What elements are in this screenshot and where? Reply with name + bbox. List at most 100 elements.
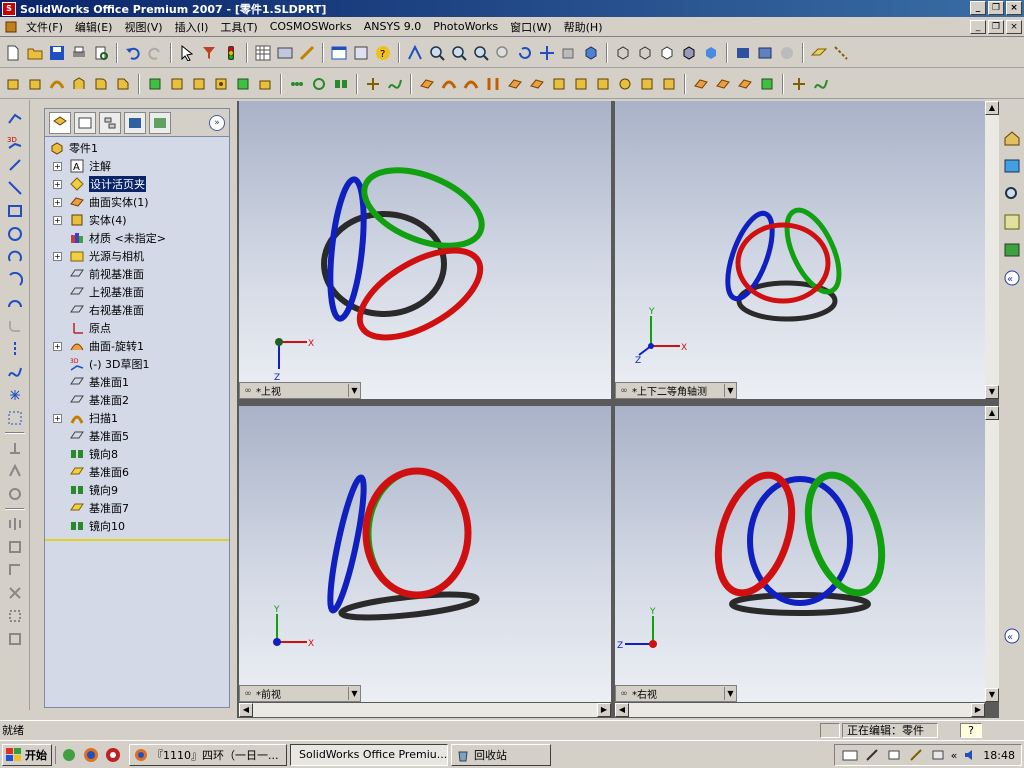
tree-item[interactable]: 原点 [45, 319, 229, 337]
select-icon[interactable] [178, 44, 196, 62]
spline-icon[interactable] [5, 363, 25, 381]
dome-icon[interactable] [234, 75, 252, 93]
grid-icon[interactable] [254, 44, 272, 62]
extend-surface-icon[interactable] [594, 75, 612, 93]
help-icon[interactable]: ? [374, 44, 392, 62]
expand-icon[interactable]: + [53, 251, 62, 261]
tangent-arc-icon[interactable] [5, 271, 25, 289]
taskbar-item-browser[interactable]: 『1110』四环（一日一... [129, 743, 287, 766]
undo-icon[interactable] [124, 44, 142, 62]
expand-icon[interactable]: + [53, 215, 62, 225]
media-player-icon[interactable] [104, 746, 122, 764]
sketch-plane-icon[interactable] [5, 409, 25, 427]
minimize-button[interactable]: _ [970, 1, 986, 15]
circular-pattern-icon[interactable] [310, 75, 328, 93]
print-icon[interactable] [70, 44, 88, 62]
chamfer-icon[interactable] [114, 75, 132, 93]
file-explorer-icon[interactable] [1002, 184, 1022, 204]
draft-icon[interactable] [190, 75, 208, 93]
tree-item[interactable]: 基准面1 [45, 373, 229, 391]
close-button[interactable]: × [1006, 1, 1022, 15]
edit-icon[interactable] [907, 746, 925, 764]
reference-point-icon[interactable] [790, 75, 808, 93]
previous-view-icon[interactable] [560, 44, 578, 62]
pan-icon[interactable] [538, 44, 556, 62]
tree-item[interactable]: + 扫描1 [45, 409, 229, 427]
wireframe-icon[interactable] [614, 44, 632, 62]
tree-item[interactable]: + 实体(4) [45, 211, 229, 229]
thicken-icon[interactable] [692, 75, 710, 93]
doc-minimize-button[interactable]: _ [970, 20, 986, 34]
tree-item[interactable]: 上视基准面 [45, 283, 229, 301]
tree-item[interactable]: 基准面6 [45, 463, 229, 481]
sketch3d-icon[interactable]: 3D [5, 133, 25, 151]
centerpoint-arc-icon[interactable] [5, 248, 25, 266]
swept-surface-icon[interactable] [462, 75, 480, 93]
rollback-bar[interactable] [45, 539, 229, 541]
hidden-lines-removed-icon[interactable] [658, 44, 676, 62]
offset-surface-icon[interactable] [506, 75, 524, 93]
tree-item[interactable]: 镜向8 [45, 445, 229, 463]
tree-item[interactable]: + 光源与相机 [45, 247, 229, 265]
tab-configuration-manager[interactable] [99, 111, 121, 134]
scroll-up-icon[interactable]: ▲ [985, 101, 999, 115]
doc-close-button[interactable]: × [1006, 20, 1022, 34]
repair-sketch-icon[interactable] [5, 584, 25, 602]
viewport-front[interactable]: X Y ∞ *前视 ▼ [239, 406, 611, 702]
mid-surface-icon[interactable] [660, 75, 678, 93]
rebuild-icon[interactable] [222, 44, 240, 62]
expand-icon[interactable]: + [53, 161, 62, 171]
view-cube-icon[interactable] [582, 44, 600, 62]
planar-surface-icon[interactable] [572, 75, 590, 93]
scroll-down-icon[interactable]: ▼ [985, 385, 999, 399]
horizontal-scrollbar-right[interactable]: ◀ ▶ [615, 703, 985, 717]
collapse-task-pane-icon[interactable]: « [1002, 268, 1022, 288]
save-icon[interactable] [48, 44, 66, 62]
rib-icon[interactable] [146, 75, 164, 93]
realview-icon[interactable] [778, 44, 796, 62]
viewport-top[interactable]: X Z ∞ *上视 ▼ [239, 101, 611, 399]
restore-button[interactable]: ❐ [988, 1, 1004, 15]
menu-window[interactable]: 窗口(W) [504, 19, 557, 35]
tab-photoworks[interactable] [124, 111, 146, 134]
menu-insert[interactable]: 插入(I) [169, 19, 215, 35]
vertical-scrollbar-bottom[interactable]: ▲ ▼ [985, 406, 999, 702]
viewport-right[interactable]: Y Z ∞ *右视 ▼ [615, 406, 985, 702]
view-label-trimetric[interactable]: ∞ *上下二等角轴测 ▼ [615, 382, 737, 399]
line-icon[interactable] [5, 179, 25, 197]
tree-item[interactable]: 前视基准面 [45, 265, 229, 283]
window-icon[interactable] [330, 44, 348, 62]
zoom-area-icon[interactable] [450, 44, 468, 62]
knit-surface-icon[interactable] [550, 75, 568, 93]
quicklaunch-app-icon[interactable] [60, 746, 78, 764]
tree-item[interactable]: 材质 <未指定> [45, 229, 229, 247]
new-icon[interactable] [4, 44, 22, 62]
smart-dimension-icon[interactable] [5, 156, 25, 174]
design-library-icon[interactable] [1002, 156, 1022, 176]
replace-face-icon[interactable] [714, 75, 732, 93]
horizontal-scrollbar-left[interactable]: ◀ ▶ [239, 703, 611, 717]
appearance-icon[interactable] [1002, 240, 1022, 260]
scroll-down-icon[interactable]: ▼ [985, 688, 999, 702]
mirror-icon[interactable] [332, 75, 350, 93]
chevron-down-icon[interactable]: ▼ [348, 384, 360, 397]
search-icon[interactable] [1002, 212, 1022, 232]
trim-surface-icon[interactable] [616, 75, 634, 93]
threepoint-arc-icon[interactable] [5, 294, 25, 312]
sketch-fillet-icon[interactable] [5, 317, 25, 335]
display-relations-icon[interactable] [5, 561, 25, 579]
expand-icon[interactable]: + [53, 197, 62, 207]
revolved-surface-icon[interactable] [440, 75, 458, 93]
help-button[interactable]: ? [960, 723, 982, 738]
view-label-front[interactable]: ∞ *前视 ▼ [239, 685, 361, 702]
print-preview-icon[interactable] [92, 44, 110, 62]
keyboard-icon[interactable] [841, 746, 859, 764]
view-label-top[interactable]: ∞ *上视 ▼ [239, 382, 361, 399]
centerline-icon[interactable] [5, 340, 25, 358]
collapse-panel-icon[interactable]: » [209, 114, 225, 131]
properties-icon[interactable] [352, 44, 370, 62]
move-entities-icon[interactable] [5, 607, 25, 625]
curves-icon[interactable] [386, 75, 404, 93]
home-icon[interactable] [1002, 128, 1022, 148]
display-plane-icon[interactable] [810, 44, 828, 62]
